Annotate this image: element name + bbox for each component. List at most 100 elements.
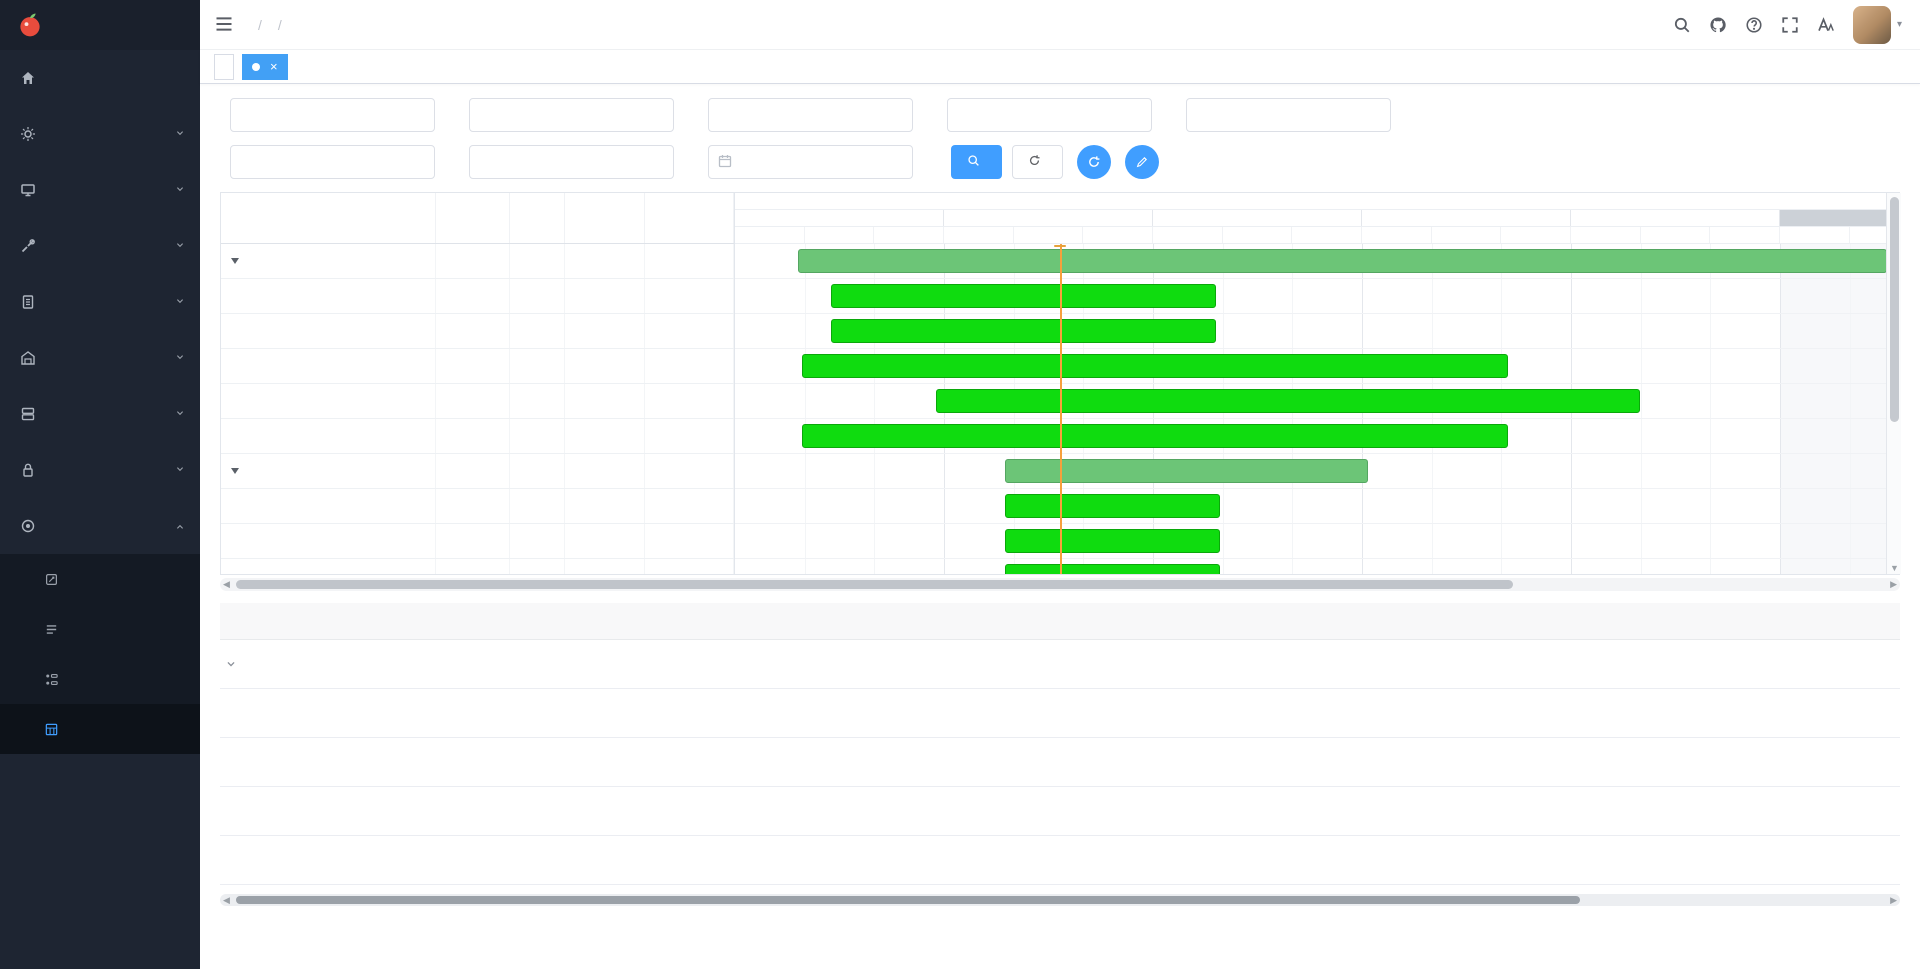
gantt-grid-cell-process — [510, 349, 565, 383]
gantt-grid-row[interactable] — [221, 279, 734, 314]
reset-button[interactable] — [1012, 145, 1063, 179]
table-header-cell[interactable] — [1390, 603, 1460, 639]
gantt-grid-cell-start — [565, 489, 645, 523]
gantt-grid-row[interactable] — [221, 419, 734, 454]
table-row[interactable] — [220, 786, 1900, 835]
gantt-grid-row[interactable] — [221, 454, 734, 489]
scrollbar-thumb[interactable] — [1890, 197, 1899, 422]
filter-input-1[interactable] — [469, 98, 674, 132]
gantt-workorder-bar[interactable] — [798, 249, 1886, 273]
demand-date-input[interactable] — [708, 145, 913, 179]
table-header-cell[interactable] — [1855, 603, 1900, 639]
scroll-right-arrow[interactable]: ▶ — [1890, 894, 1897, 907]
table-header-cell[interactable] — [1775, 603, 1855, 639]
table-header-cell[interactable] — [685, 603, 810, 639]
search-icon[interactable] — [1673, 16, 1691, 34]
filter-input-3[interactable] — [947, 98, 1152, 132]
gantt-task-bar[interactable] — [802, 354, 1508, 378]
gantt-task-bar[interactable] — [831, 284, 1216, 308]
sidebar-item-4[interactable] — [0, 274, 200, 330]
edit-button[interactable] — [1125, 145, 1159, 179]
table-cell — [955, 737, 1120, 786]
table-header-cell[interactable] — [1680, 603, 1775, 639]
table-header-cell[interactable] — [1290, 603, 1390, 639]
tab-0[interactable] — [214, 54, 234, 80]
gantt-grid-row[interactable] — [221, 489, 734, 524]
sidebar-item-6[interactable] — [0, 386, 200, 442]
table-header-cell[interactable] — [1570, 603, 1680, 639]
table-cell — [810, 639, 955, 688]
gantt-grid-row[interactable] — [221, 524, 734, 559]
table-row[interactable] — [220, 835, 1900, 884]
table-row[interactable] — [220, 737, 1900, 786]
filter-input-r2-0[interactable] — [230, 145, 435, 179]
gantt-grid-cell-station — [436, 454, 511, 488]
filter-input-r2-1[interactable] — [469, 145, 674, 179]
sidebar-subitem-3[interactable] — [0, 704, 200, 754]
gantt-task-bar[interactable] — [936, 389, 1640, 413]
sidebar-subitem-1[interactable] — [0, 604, 200, 654]
help-icon[interactable] — [1745, 16, 1763, 34]
table-cell — [1390, 835, 1460, 884]
gantt-vertical-scrollbar[interactable]: ▼ — [1886, 193, 1901, 574]
gantt-task-bar[interactable] — [1005, 564, 1220, 574]
scroll-down-arrow[interactable]: ▼ — [1887, 563, 1902, 573]
table-header-cell[interactable] — [410, 603, 585, 639]
gantt-task-bar[interactable] — [1005, 494, 1220, 518]
table-row[interactable] — [220, 688, 1900, 737]
gantt-grid-row[interactable] — [221, 314, 734, 349]
tree-expand-icon[interactable] — [231, 468, 239, 474]
filter-input-0[interactable] — [230, 98, 435, 132]
scrollbar-thumb[interactable] — [236, 580, 1513, 589]
table-header-cell[interactable] — [1460, 603, 1570, 639]
filter-input-4[interactable] — [1186, 98, 1391, 132]
gantt-task-bar[interactable] — [802, 424, 1508, 448]
sidebar-item-8[interactable] — [0, 498, 200, 554]
table-header-cell[interactable] — [955, 603, 1120, 639]
row-expand-icon[interactable] — [224, 657, 238, 671]
filter-input-2[interactable] — [708, 98, 913, 132]
gantt-grid-row[interactable] — [221, 349, 734, 384]
fullscreen-icon[interactable] — [1781, 16, 1799, 34]
sidebar-item-7[interactable] — [0, 442, 200, 498]
tab-1[interactable]: × — [242, 54, 288, 80]
scroll-left-arrow[interactable]: ◀ — [223, 894, 230, 907]
search-button[interactable] — [951, 145, 1002, 179]
sidebar-item-0[interactable] — [0, 50, 200, 106]
user-menu[interactable]: ▾ — [1853, 6, 1902, 44]
gantt-grid-row[interactable] — [221, 384, 734, 419]
table-header-cell[interactable] — [1120, 603, 1230, 639]
sidebar-toggle-button[interactable] — [214, 14, 236, 36]
refresh-button[interactable] — [1077, 145, 1111, 179]
sidebar-item-1[interactable] — [0, 106, 200, 162]
table-horizontal-scrollbar[interactable]: ◀ ▶ — [220, 894, 1900, 906]
sidebar-item-2[interactable] — [0, 162, 200, 218]
table-header-cell[interactable] — [220, 603, 410, 639]
gantt-task-bar[interactable] — [1005, 529, 1220, 553]
gantt-task-bar[interactable] — [831, 319, 1216, 343]
table-cell — [1570, 639, 1680, 688]
gantt-grid-row[interactable] — [221, 559, 734, 574]
sidebar-menu — [0, 50, 200, 754]
avatar[interactable] — [1853, 6, 1891, 44]
sidebar-item-5[interactable] — [0, 330, 200, 386]
gantt-workorder-bar[interactable] — [1005, 459, 1369, 483]
table-header-cell[interactable] — [810, 603, 955, 639]
sidebar-subitem-0[interactable] — [0, 554, 200, 604]
tab-close-icon[interactable]: × — [270, 60, 278, 73]
scrollbar-thumb[interactable] — [236, 896, 1580, 904]
gantt-grid-row[interactable] — [221, 244, 734, 279]
table-row[interactable] — [220, 639, 1900, 688]
tree-expand-icon[interactable] — [231, 258, 239, 264]
scroll-left-arrow[interactable]: ◀ — [223, 578, 230, 591]
table-header-cell[interactable] — [1230, 603, 1290, 639]
gantt-horizontal-scrollbar[interactable]: ◀ ▶ — [220, 578, 1900, 591]
sidebar-item-3[interactable] — [0, 218, 200, 274]
scroll-right-arrow[interactable]: ▶ — [1890, 578, 1897, 591]
table-header-cell[interactable] — [585, 603, 685, 639]
device-icon — [20, 406, 36, 422]
font-size-icon[interactable] — [1817, 16, 1835, 34]
github-icon[interactable] — [1709, 16, 1727, 34]
app-logo[interactable] — [0, 0, 200, 50]
sidebar-subitem-2[interactable] — [0, 654, 200, 704]
